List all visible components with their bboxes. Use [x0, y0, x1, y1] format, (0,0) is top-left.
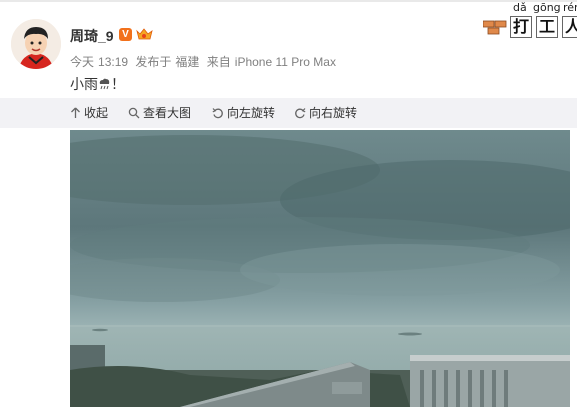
- post-text-content: 小雨: [70, 76, 98, 92]
- collapse-label: 收起: [84, 106, 109, 120]
- post-device[interactable]: iPhone 11 Pro Max: [235, 55, 336, 69]
- rotate-right-label: 向右旋转: [309, 106, 358, 120]
- magnifier-icon: [128, 107, 140, 119]
- pinyin-gong: gōng: [533, 1, 561, 14]
- verified-icon: V: [119, 28, 132, 41]
- image-toolbar: 收起 查看大图 向左旋转 向右旋转: [0, 98, 577, 128]
- collapse-button[interactable]: 收起: [70, 105, 108, 121]
- pinyin-ren: rén: [563, 1, 577, 14]
- source-prefix: 来自: [206, 55, 231, 69]
- rotate-right-button[interactable]: 向右旋转: [294, 105, 357, 121]
- pinyin-da: dǎ: [513, 1, 527, 14]
- location-prefix: 发布于: [135, 55, 172, 69]
- sticker-char-ren: 人: [562, 16, 577, 38]
- sticker-char-da: 打: [510, 16, 532, 38]
- post-time[interactable]: 13:19: [98, 55, 128, 69]
- vip-icon: [136, 28, 153, 41]
- dagongren-sticker: dǎ gōng rén 打 工 人: [483, 0, 577, 42]
- rotate-left-button[interactable]: 向左旋转: [212, 105, 275, 121]
- rain-cloud-icon: [98, 77, 111, 93]
- avatar[interactable]: [11, 19, 61, 69]
- post-text: 小雨 ！: [70, 74, 125, 94]
- post-meta: 今天 13:19 发布于 福建 来自 iPhone 11 Pro Max: [70, 53, 340, 70]
- post-day: 今天: [70, 55, 95, 69]
- post-text-suffix: ！: [111, 76, 125, 92]
- view-large-button[interactable]: 查看大图: [128, 105, 191, 121]
- rotate-left-label: 向左旋转: [227, 106, 276, 120]
- sticker-char-gong: 工: [536, 16, 558, 38]
- rotate-right-icon: [295, 108, 306, 119]
- view-large-label: 查看大图: [143, 106, 192, 120]
- arrow-up-icon: [71, 107, 80, 118]
- brick-icon: [483, 20, 507, 35]
- username[interactable]: 周琦_9: [70, 26, 114, 46]
- post-photo[interactable]: [70, 130, 570, 407]
- rotate-left-icon: [212, 108, 223, 119]
- post-location: 福建: [175, 55, 200, 69]
